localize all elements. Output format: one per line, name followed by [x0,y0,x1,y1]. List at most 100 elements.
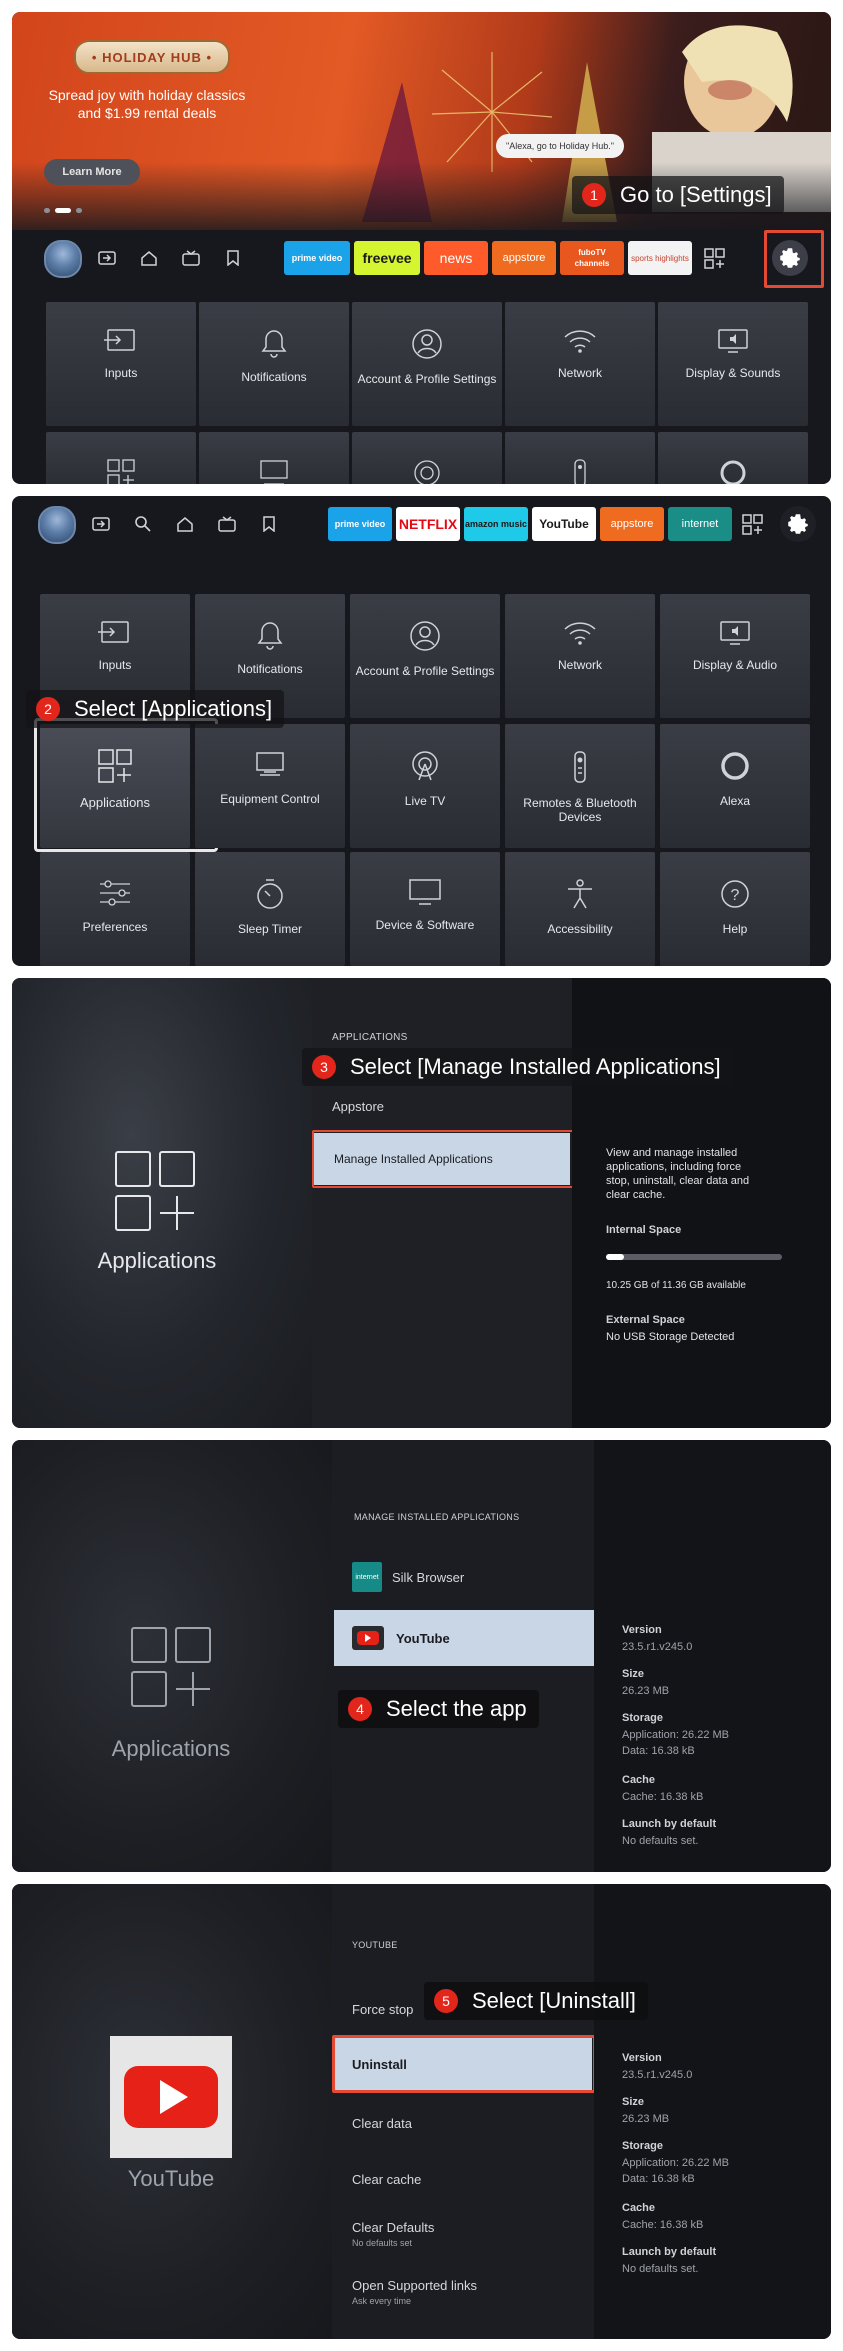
step-3-callout: 3 Select [Manage Installed Applications] [302,1048,733,1086]
antenna-icon [414,460,440,484]
clear-cache-button[interactable]: Clear cache [352,2172,421,2187]
tile-sleep-timer[interactable]: Sleep Timer [195,852,345,966]
clear-defaults-button[interactable]: Clear Defaults [352,2220,434,2235]
settings-gear-button[interactable] [780,506,816,542]
tile-network[interactable]: Network [505,302,655,426]
force-stop-button[interactable]: Force stop [352,2002,413,2017]
app-actions-list: YOUTUBE Force stop Uninstall Clear data … [332,1884,594,2339]
home-icon[interactable] [174,513,196,535]
gear-icon [788,514,808,534]
settings-highlight [764,230,824,288]
tile-live-tv[interactable]: Live TV [350,724,500,848]
applications-hero-pane: Applications [12,1440,332,1872]
tile-alexa-partial[interactable] [658,432,808,484]
monitor-icon [260,460,288,484]
applications-detail: View and manage installed applications, … [572,978,831,1428]
uninstall-highlight [332,2035,596,2093]
input-icon [104,329,135,351]
hero-subtitle: Spread joy with holiday classics and $1.… [48,87,246,121]
input-icon[interactable] [96,247,118,269]
applications-menu: APPLICATIONS Appstore Manage Installed A… [312,978,572,1428]
applications-icon [107,459,135,484]
tile-applications-partial[interactable] [46,432,196,484]
remote-icon [574,751,586,783]
app-item-youtube[interactable]: YouTube [334,1610,598,1666]
tv-icon [409,879,441,905]
pane-title: Applications [111,1736,231,1761]
section-header: MANAGE INSTALLED APPLICATIONS [354,1512,520,1522]
app-grid-icon[interactable] [702,246,728,272]
accessibility-icon [568,879,592,909]
step-1-callout: 1 Go to [Settings] [572,176,784,214]
live-tv-icon[interactable] [180,247,202,269]
carousel-dots[interactable] [44,208,82,213]
storage-progress-bar [606,1254,782,1260]
panel-settings: prime video NETFLIX amazon music YouTube… [12,496,831,966]
tile-display-audio[interactable]: Display & Audio [660,594,810,718]
open-supported-links-button[interactable]: Open Supported links [352,2278,477,2293]
tile-remotes-partial[interactable] [505,432,655,484]
profile-avatar[interactable] [44,240,82,278]
tile-network[interactable]: Network [505,594,655,718]
tile-notifications[interactable]: Notifications [199,302,349,426]
app-netflix[interactable]: NETFLIX [396,507,460,541]
tile-display-sounds[interactable]: Display & Sounds [658,302,808,426]
tile-account-profile[interactable]: Account & Profile Settings [350,594,500,718]
tile-account-profile[interactable]: Account & Profile Settings [352,302,502,426]
live-tv-icon[interactable] [216,513,238,535]
top-nav-bar: prime video freevee news appstore fuboTV… [12,230,831,286]
app-youtube[interactable]: YouTube [532,507,596,541]
app-item-silk-browser[interactable]: Silk Browser [392,1570,464,1585]
profile-avatar[interactable] [38,506,76,544]
tile-inputs[interactable]: Inputs [46,302,196,426]
tile-device-software[interactable]: Device & Software [350,852,500,966]
app-sports-highlights[interactable]: sports highlights [628,241,692,275]
panel-manage-installed: Applications MANAGE INSTALLED APPLICATIO… [12,1440,831,1872]
home-icon[interactable] [138,247,160,269]
applications-icon [115,1151,195,1231]
app-details: Version 23.5.r1.v245.0 Size 26.23 MB Sto… [594,1884,831,2339]
panel-applications: Applications APPLICATIONS Appstore Manag… [12,978,831,1428]
bookmark-icon[interactable] [258,513,280,535]
section-header: APPLICATIONS [332,1032,408,1043]
menu-appstore[interactable]: Appstore [332,1099,384,1114]
sliders-icon [100,880,130,906]
step-2-callout: 2 Select [Applications] [26,690,285,728]
clear-data-button[interactable]: Clear data [352,2116,412,2131]
tile-livetv-partial[interactable] [352,432,502,484]
wifi-icon [564,330,596,353]
pane-title: YouTube [127,2166,215,2191]
tile-alexa[interactable]: Alexa [660,724,810,848]
antenna-icon [412,751,438,781]
remote-icon [574,459,586,484]
manage-highlight [312,1130,574,1188]
tile-equipment-control[interactable]: Equipment Control [195,724,345,848]
bell-icon [261,330,287,358]
app-prime-video[interactable]: prime video [284,241,350,275]
input-icon [98,621,129,643]
youtube-logo [110,2036,232,2158]
app-freevee[interactable]: freevee [354,241,420,275]
app-amazon-music[interactable]: amazon music [464,507,528,541]
tile-accessibility[interactable]: Accessibility [505,852,655,966]
app-grid-icon[interactable] [740,512,766,538]
app-fubotv-channels[interactable]: fuboTV channels [560,241,624,275]
tile-preferences[interactable]: Preferences [40,852,190,966]
app-internet[interactable]: internet [668,507,732,541]
applications-hero-pane: Applications [12,978,312,1428]
tile-equipment-partial[interactable] [199,432,349,484]
app-news[interactable]: news [424,241,488,275]
learn-more-button[interactable]: Learn More [44,159,140,185]
app-details: Version 23.5.r1.v245.0 Size 26.23 MB Sto… [594,1440,831,1872]
external-space-value: No USB Storage Detected [606,1331,735,1343]
app-appstore[interactable]: appstore [600,507,664,541]
search-icon[interactable] [132,513,154,535]
tile-remotes-bluetooth[interactable]: Remotes & Bluetooth Devices [505,724,655,848]
app-prime-video[interactable]: prime video [328,507,392,541]
app-appstore[interactable]: appstore [492,241,556,275]
tile-help[interactable]: ? Help [660,852,810,966]
input-icon[interactable] [90,513,112,535]
user-icon [412,329,442,359]
alexa-speech-bubble: "Alexa, go to Holiday Hub." [496,134,624,158]
bookmark-icon[interactable] [222,247,244,269]
